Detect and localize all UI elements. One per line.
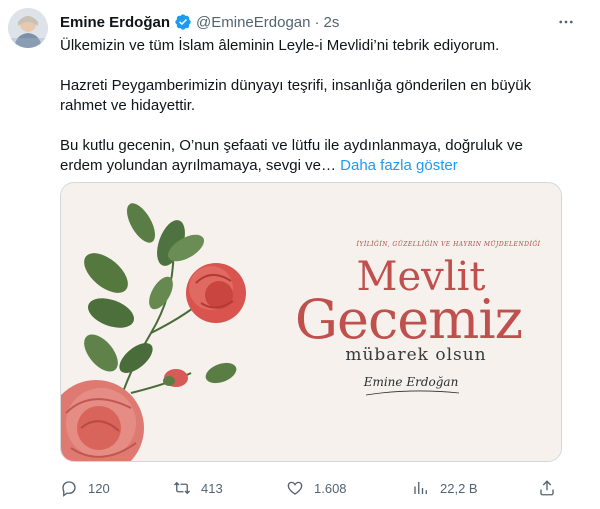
tweet-text-line: rahmet ve hidayettir.: [60, 97, 196, 114]
tweet-text-line: erdem yolundan ayrılmamaya, sevgi ve… Da…: [60, 156, 580, 176]
action-bar: 120 413 1.608 22,2 B: [60, 478, 560, 498]
timestamp[interactable]: 2s: [324, 14, 340, 31]
media-signature: Emine Erdoğan: [363, 375, 459, 389]
show-more-link[interactable]: Daha fazla göster: [340, 157, 458, 174]
tweet-text: Ülkemizin ve tüm İslam âleminin Leyle-i …: [60, 36, 580, 176]
views-icon: [414, 482, 427, 494]
media-title-line2: Gecemiz: [294, 288, 523, 351]
tweet[interactable]: Emine Erdoğan @EmineErdogan · 2s Ülkemiz…: [0, 0, 600, 509]
media-image[interactable]: İYİLİĞİN, GÜZELLİĞİN VE HAYRIN MÜJDELEND…: [60, 182, 562, 462]
more-icon[interactable]: [554, 10, 578, 34]
tweet-text-line: Bu kutlu gecenin, O’nun şefaati ve lütfu…: [60, 137, 523, 154]
media-subtitle: İYİLİĞİN, GÜZELLİĞİN VE HAYRIN MÜJDELEND…: [356, 241, 541, 248]
share-icon: [540, 480, 554, 496]
tweet-text-line: Ülkemizin ve tüm İslam âleminin Leyle-i …: [60, 37, 500, 54]
heart-icon: [287, 481, 303, 495]
retweet-button[interactable]: 413: [173, 478, 223, 498]
retweet-icon: [174, 481, 190, 495]
reply-button[interactable]: 120: [60, 478, 110, 498]
tweet-text-line: Hazreti Peygamberimizin dünyayı teşrifi,…: [60, 77, 532, 94]
author-name[interactable]: Emine Erdoğan: [60, 14, 170, 31]
reply-icon: [62, 481, 76, 497]
author-handle[interactable]: @EmineErdogan: [196, 14, 310, 31]
share-button[interactable]: [538, 478, 556, 498]
like-count: 1.608: [314, 480, 347, 496]
views-button[interactable]: 22,2 B: [412, 478, 478, 498]
tweet-text-tail: erdem yolundan ayrılmamaya, sevgi ve…: [60, 157, 336, 174]
verified-badge-icon: [174, 13, 192, 31]
tweet-header: Emine Erdoğan @EmineErdogan · 2s: [60, 12, 339, 32]
media-wish: mübarek olsun: [345, 345, 487, 365]
views-count: 22,2 B: [440, 480, 478, 496]
reply-count: 120: [88, 480, 110, 496]
like-button[interactable]: 1.608: [286, 478, 347, 498]
avatar[interactable]: [8, 8, 48, 48]
retweet-count: 413: [201, 480, 223, 496]
separator-dot: ·: [314, 13, 320, 31]
